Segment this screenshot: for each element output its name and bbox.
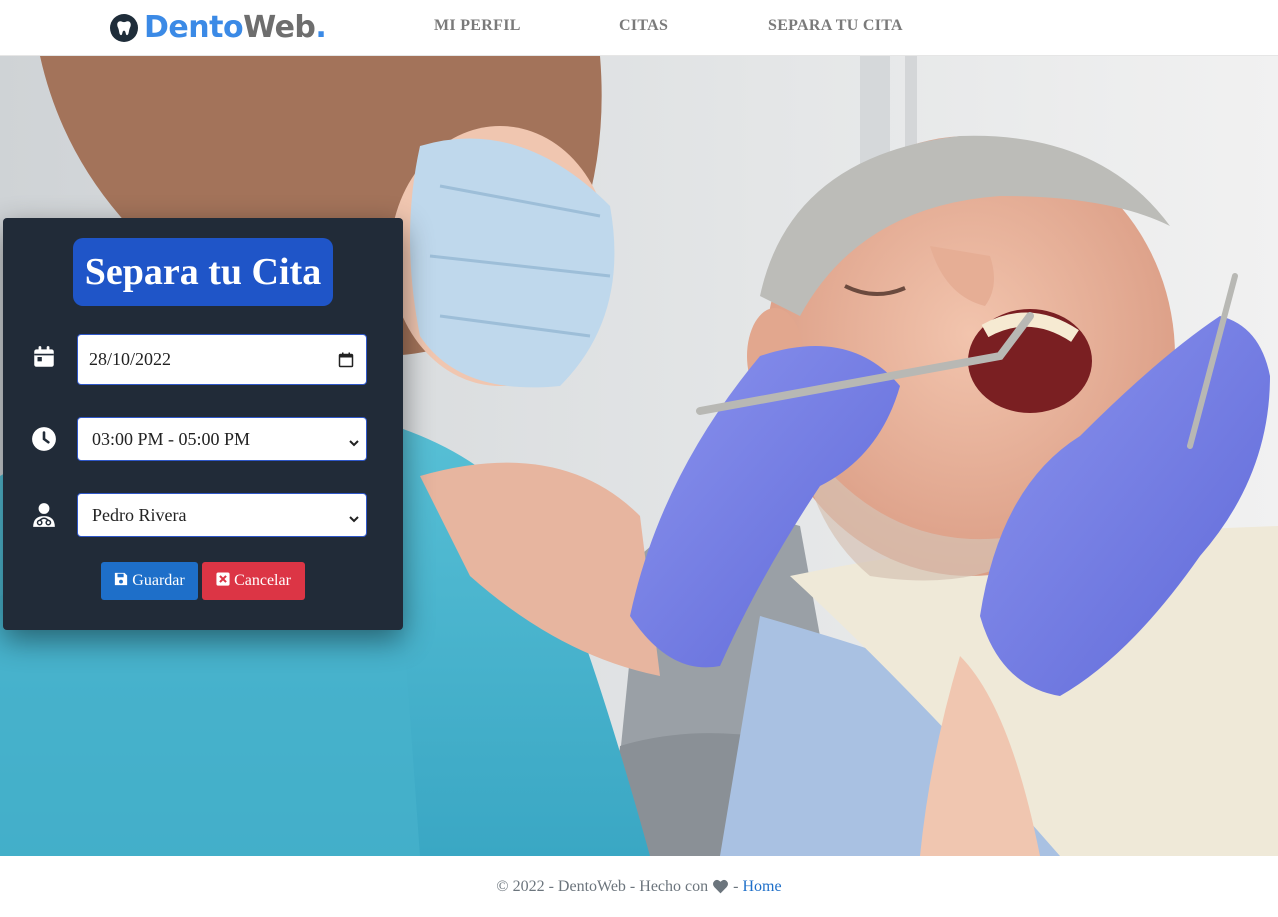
floppy-disk-icon: [114, 572, 128, 591]
date-picker-icon[interactable]: [338, 352, 354, 373]
nav-link-separa-tu-cita[interactable]: SEPARA TU CITA: [768, 17, 903, 35]
nav-link-citas[interactable]: CITAS: [619, 17, 668, 35]
footer-separator: -: [733, 877, 739, 895]
brand-logo-link[interactable]: DentoWeb.: [110, 10, 327, 45]
footer-home-link[interactable]: Home: [742, 878, 781, 896]
doctor-icon: [31, 502, 57, 528]
cancel-button[interactable]: Cancelar: [202, 562, 305, 600]
footer: © 2022 - DentoWeb - Hecho con - Home: [0, 856, 1278, 917]
chevron-down-icon: [348, 433, 360, 454]
doctor-select[interactable]: Pedro Rivera: [77, 493, 367, 537]
form-title: Separa tu Cita: [73, 238, 333, 306]
time-slot-select[interactable]: 03:00 PM - 05:00 PM: [77, 417, 367, 461]
footer-copyright: © 2022 - DentoWeb - Hecho con: [496, 877, 709, 895]
brand-name: DentoWeb.: [144, 10, 327, 45]
chevron-down-icon: [348, 509, 360, 530]
nav-link-mi-perfil[interactable]: MI PERFIL: [434, 17, 521, 35]
navbar: DentoWeb. MI PERFIL CITAS SEPARA TU CITA: [0, 0, 1278, 56]
clock-icon: [31, 426, 57, 452]
tooth-icon: [110, 14, 138, 42]
date-input[interactable]: 28/10/2022: [77, 334, 367, 385]
save-button[interactable]: Guardar: [101, 562, 198, 600]
close-square-icon: [216, 571, 230, 591]
appointment-form-card: Separa tu Cita 28/10/2022 03:00 PM - 05:…: [3, 218, 403, 630]
calendar-icon: [31, 344, 57, 370]
heart-icon: [712, 879, 729, 894]
